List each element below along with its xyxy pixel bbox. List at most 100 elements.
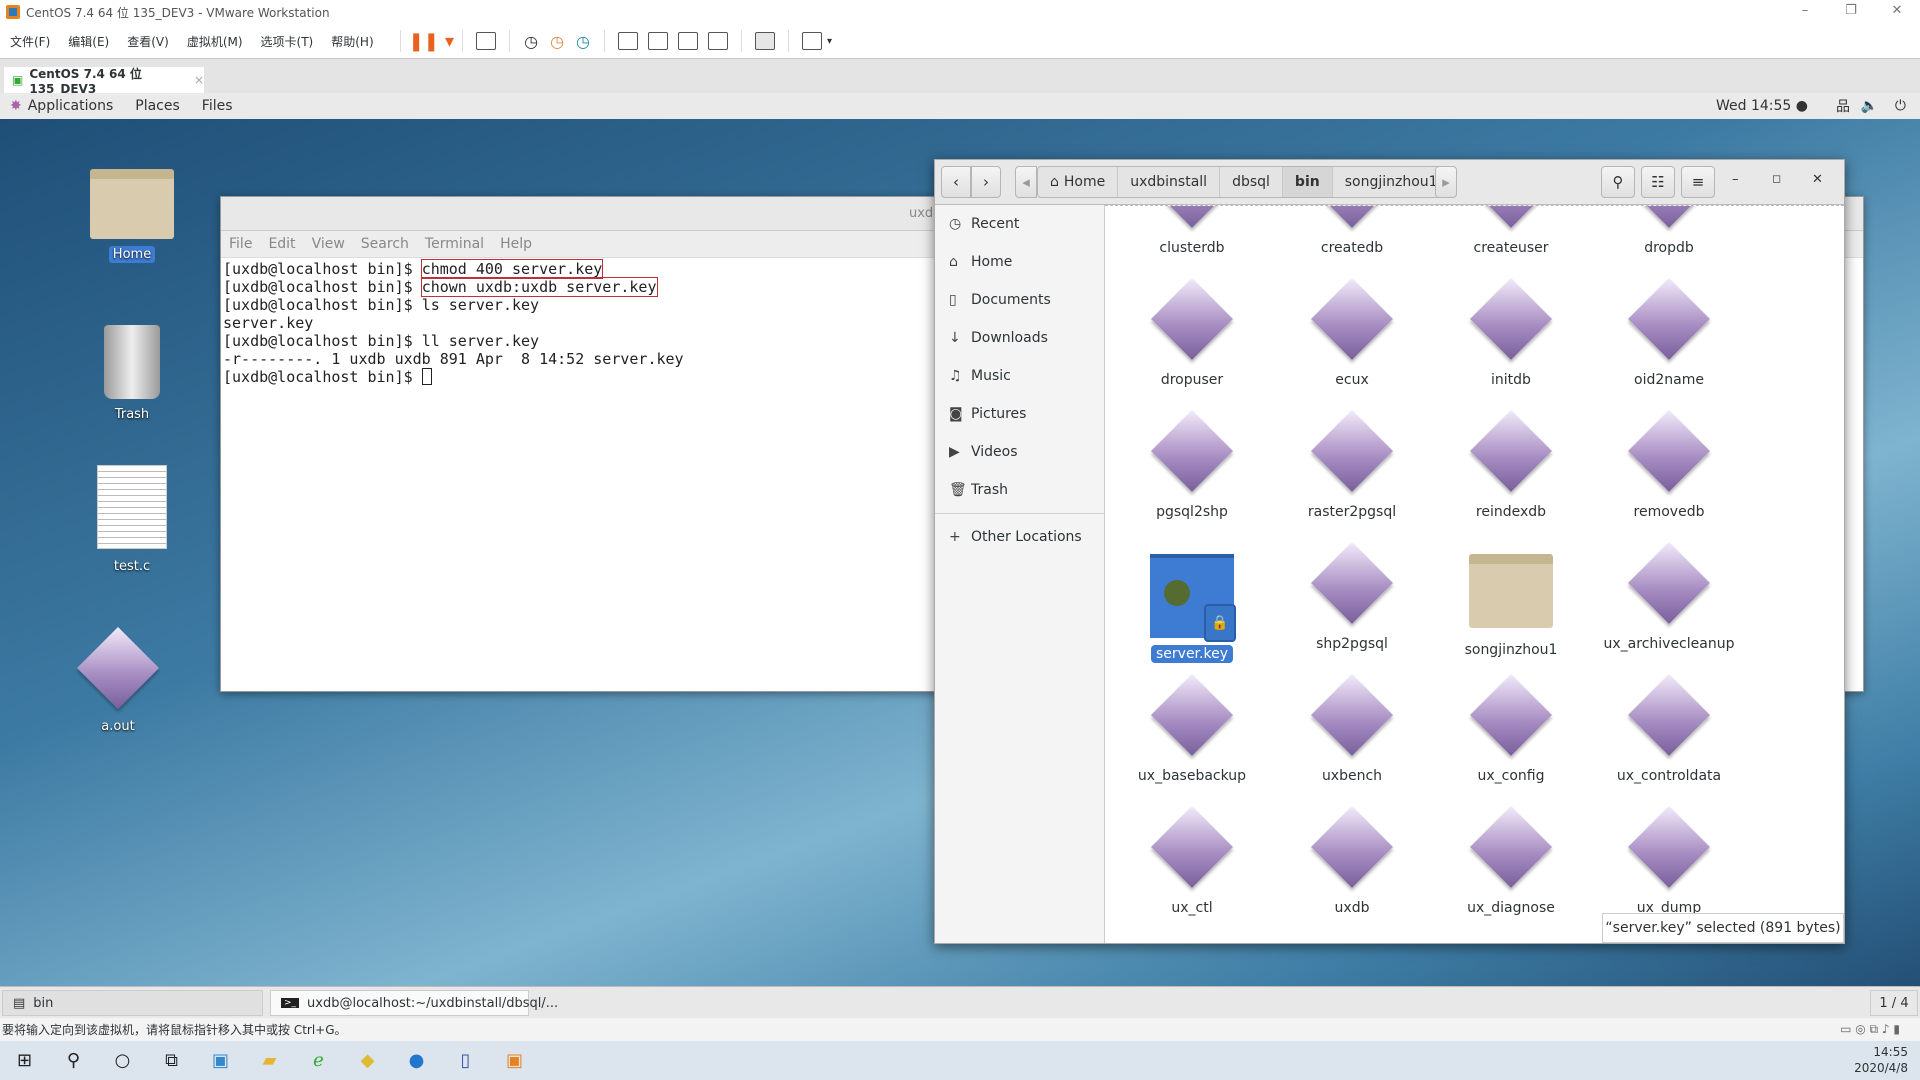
file-item[interactable]: ux_config [1436, 673, 1586, 784]
python-icon[interactable]: ◆ [343, 1050, 392, 1071]
file-item[interactable]: ecux [1277, 277, 1427, 388]
restore-button[interactable]: ❐ [1828, 0, 1874, 22]
browser-icon[interactable]: ℯ [294, 1050, 343, 1071]
vm-tab[interactable]: ▣ CentOS 7.4 64 位 135_DEV3 × [4, 67, 204, 96]
close-button[interactable]: ✕ [1812, 172, 1823, 187]
file-item[interactable]: uxbench [1277, 673, 1427, 784]
file-item[interactable]: oid2name [1594, 277, 1744, 388]
file-item[interactable]: initdb [1436, 277, 1586, 388]
path-left-button[interactable]: ◂ [1015, 166, 1037, 198]
file-item[interactable]: ux_archivecleanup [1594, 541, 1744, 652]
file-item[interactable]: reindexdb [1436, 409, 1586, 520]
file-item[interactable]: dropdb [1594, 206, 1744, 256]
device-icons[interactable]: ▭ ◎ ⧉ ♪ ▮ [1840, 1022, 1900, 1037]
file-item[interactable]: dropuser [1117, 277, 1267, 388]
terminal-menu-edit[interactable]: Edit [268, 236, 295, 252]
network-icon[interactable]: 品 [1836, 96, 1850, 116]
places-menu[interactable]: Places [135, 98, 180, 114]
console-icon[interactable] [755, 32, 775, 50]
terminal-menu-file[interactable]: File [229, 236, 252, 252]
sidebar-item-documents[interactable]: ▯ Documents [935, 281, 1104, 319]
menu-button[interactable]: ≡ [1681, 166, 1715, 198]
desktop-icon-a-out[interactable]: a.out [63, 626, 173, 734]
applications-menu[interactable]: Applications [28, 98, 114, 114]
desktop-icon-home[interactable]: Home [77, 169, 187, 263]
sidebar-item-downloads[interactable]: ↓ Downloads [935, 319, 1104, 357]
back-button[interactable]: ‹ [941, 166, 971, 198]
file-item[interactable]: ux_basebackup [1117, 673, 1267, 784]
terminal-menu-search[interactable]: Search [361, 236, 409, 252]
file-item[interactable]: 🔒 server.key [1117, 554, 1267, 663]
menu-edit[interactable]: 编辑(E) [68, 33, 109, 50]
file-manager-window[interactable]: ‹ › ◂ ⌂ Home uxdbinstall dbsql bin songji… [934, 159, 1845, 944]
file-item[interactable]: ux_dump [1594, 805, 1744, 916]
path-right-button[interactable]: ▸ [1435, 166, 1457, 198]
stretch-icon[interactable] [802, 32, 822, 50]
file-item[interactable]: songjinzhou1 [1436, 554, 1586, 658]
windows-clock[interactable]: 14:55 2020/4/8 [1854, 1044, 1908, 1076]
send-keys-icon[interactable] [476, 32, 497, 50]
snapshot-icon[interactable]: ◷ [524, 32, 538, 51]
breadcrumb-songjinzhou1[interactable]: songjinzhou1 [1333, 167, 1451, 197]
close-tab-icon[interactable]: × [194, 73, 204, 87]
file-item[interactable]: ux_diagnose [1436, 805, 1586, 916]
sidebar-item-recent[interactable]: ◷ Recent [935, 205, 1104, 243]
workspace-indicator[interactable]: 1 / 4 [1870, 990, 1918, 1016]
pause-icon[interactable]: ❚❚ ▾ [409, 31, 454, 52]
manage-snapshots-icon[interactable]: ◷ [576, 32, 590, 51]
taskbar-item-bin[interactable]: ▤ bin [2, 990, 263, 1016]
view-toggle-button[interactable]: ☷ [1641, 166, 1675, 198]
file-item[interactable]: shp2pgsql [1277, 541, 1427, 652]
file-item[interactable]: removedb [1594, 409, 1744, 520]
file-item[interactable]: uxdb [1277, 805, 1427, 916]
sidebar-item-trash[interactable]: 🗑 Trash [935, 471, 1104, 509]
task-view-icon[interactable]: ⧉ [147, 1050, 196, 1071]
file-item[interactable]: clusterdb [1117, 206, 1267, 256]
file-item[interactable]: raster2pgsql [1277, 409, 1427, 520]
file-item[interactable]: createdb [1277, 206, 1427, 256]
desktop-icon-test-c[interactable]: test.c [77, 465, 187, 574]
power-icon[interactable]: ⏻ [1895, 98, 1906, 114]
menu-vm[interactable]: 虚拟机(M) [187, 33, 243, 50]
search-button[interactable]: ⚲ [1601, 166, 1635, 198]
sidebar-item-pictures[interactable]: ◙ Pictures [935, 395, 1104, 433]
breadcrumb-uxdbinstall[interactable]: uxdbinstall [1118, 167, 1221, 197]
start-icon[interactable]: ⊞ [0, 1050, 49, 1071]
sidebar-item-videos[interactable]: ▶ Videos [935, 433, 1104, 471]
explorer-icon[interactable]: ▰ [245, 1050, 294, 1071]
vmware-icon[interactable]: ▣ [490, 1050, 539, 1071]
unity-icon[interactable] [708, 32, 728, 50]
forward-button[interactable]: › [971, 166, 1001, 198]
sidebar-item-other-locations[interactable]: + Other Locations [935, 518, 1104, 556]
volume-icon[interactable]: 🔈 [1861, 98, 1878, 114]
clock[interactable]: Wed 14:55 ● [1716, 98, 1808, 114]
thumbnail-view-icon[interactable] [648, 32, 668, 50]
minimize-button[interactable]: – [1732, 172, 1739, 187]
breadcrumb-dbsql[interactable]: dbsql [1220, 167, 1283, 197]
desktop-icon-trash[interactable]: Trash [77, 325, 187, 422]
files-menu[interactable]: Files [202, 98, 233, 114]
terminal-menu-help[interactable]: Help [500, 236, 532, 252]
maximize-button[interactable]: ◻ [1772, 172, 1781, 185]
terminal-menu-view[interactable]: View [312, 236, 345, 252]
fullscreen-icon[interactable] [678, 32, 698, 50]
app-icon-1[interactable]: ▣ [196, 1050, 245, 1071]
terminal-menu-terminal[interactable]: Terminal [425, 236, 484, 252]
feishu-icon[interactable]: ● [392, 1050, 441, 1071]
menu-view[interactable]: 查看(V) [127, 33, 169, 50]
taskbar-item-terminal[interactable]: >_ uxdb@localhost:~/uxdbinstall/dbsql/... [270, 990, 558, 1016]
revert-snapshot-icon[interactable]: ◷ [550, 32, 564, 51]
menu-file[interactable]: 文件(F) [10, 33, 50, 50]
cortana-icon[interactable]: ○ [98, 1050, 147, 1071]
breadcrumb-home[interactable]: ⌂ Home [1038, 167, 1119, 197]
breadcrumb-bin[interactable]: bin [1282, 167, 1333, 197]
sidebar-view-icon[interactable] [618, 32, 638, 50]
file-item[interactable]: ux_ctl [1117, 805, 1267, 916]
minimize-button[interactable]: – [1782, 0, 1828, 22]
close-button[interactable]: ✕ [1874, 0, 1920, 22]
app-icon-2[interactable]: ▯ [441, 1050, 490, 1071]
sidebar-item-music[interactable]: ♫ Music [935, 357, 1104, 395]
search-icon[interactable]: ⚲ [49, 1050, 98, 1071]
sidebar-item-home[interactable]: ⌂ Home [935, 243, 1104, 281]
file-item[interactable]: pgsql2shp [1117, 409, 1267, 520]
